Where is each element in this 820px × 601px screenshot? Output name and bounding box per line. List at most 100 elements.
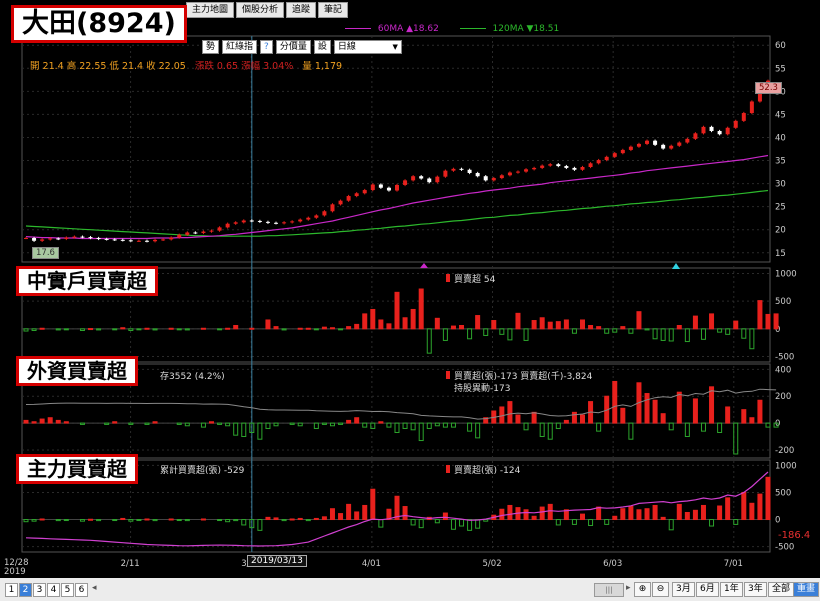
bar-p2-20 [184,328,190,331]
page-6-button[interactable]: 6 [75,583,88,597]
scrollbar-thumb[interactable]: ||| [594,583,624,597]
tab-tracking[interactable]: 追蹤 [286,2,317,18]
bar-p4-14 [136,519,142,522]
zoom-out-icon[interactable]: ⊖ [652,582,669,597]
p3-holding-label: 存3552 (4.2%) [160,372,225,382]
bar-p4-56 [475,519,481,529]
bar-p2-72 [604,328,610,334]
help-button[interactable]: ? [260,40,273,54]
bar-p3-68 [571,411,577,424]
bar-p4-35 [305,519,311,522]
page-1-button[interactable]: 1 [5,583,18,597]
bar-p4-40 [346,503,352,521]
page-5-button[interactable]: 5 [61,583,74,597]
bar-p2-2 [39,327,45,330]
y-tick-label-p1-1: 20 [775,226,786,236]
candle-52 [443,170,448,177]
bar-p2-80 [668,328,674,342]
scroll-right-icon[interactable]: ▸ [626,583,631,593]
bar-p2-41 [354,323,360,330]
bar-p4-60 [507,504,513,521]
bar-p4-72 [604,519,610,525]
candle-9 [96,238,101,240]
bar-p2-93 [773,313,779,330]
bar-p4-84 [700,504,706,521]
bar-p4-41 [354,511,360,521]
x-tick-label-2: 4/01 [362,559,381,569]
bar-p2-16 [152,328,158,331]
bar-p3-3 [47,417,53,424]
bar-p2-14 [136,328,142,331]
bar-p3-92 [765,422,771,428]
red-green-button[interactable]: 紅綠指 [222,40,258,54]
candle-8 [88,237,93,239]
range-3m-button[interactable]: 3月 [672,582,695,597]
bar-p4-11 [112,519,118,522]
page-4-button[interactable]: 4 [47,583,60,597]
bar-p4-33 [289,518,295,521]
candle-71 [596,160,601,164]
bar-p2-53 [450,325,456,330]
candle-39 [338,200,343,205]
bar-p2-57 [483,328,489,336]
zoom-in-icon[interactable]: ⊕ [634,582,651,597]
bar-p2-50 [426,328,432,354]
page-2-button[interactable]: 2 [19,583,32,597]
scroll-left-icon[interactable]: ◂ [92,583,97,593]
bar-p3-89 [741,409,747,424]
range-3y-button[interactable]: 3年 [744,582,767,597]
period-select[interactable]: 日線 ▼ [333,40,402,54]
bar-p4-48 [410,519,416,526]
bar-p2-63 [531,320,537,330]
bar-p3-2 [39,418,45,424]
y-tick-label-p1-5: 40 [775,133,786,143]
p4-legend-icon [446,465,450,473]
range-6m-button[interactable]: 6月 [696,582,719,597]
candle-3 [48,238,53,240]
candle-48 [411,176,416,181]
bar-p4-9 [96,519,102,522]
candle-40 [346,196,351,201]
trend-button[interactable]: 勢 [202,40,220,54]
bar-p2-44 [378,319,384,330]
bar-p2-48 [410,308,416,330]
tab-notes[interactable]: 筆記 [318,2,349,18]
redraw-button[interactable]: 重畫 [793,582,820,597]
ma120-label: 120MA ▼18.51 [492,24,560,34]
volume-profile-button[interactable]: 分價量 [275,40,311,54]
bar-p3-7 [79,422,85,425]
high-price-badge: 52.3 [755,82,782,94]
bar-p3-83 [692,398,698,424]
bar-p3-66 [555,422,561,429]
bar-p3-71 [596,422,602,432]
y-tick-label-p2-1: 500 [775,297,791,307]
bar-p3-64 [539,422,545,438]
candle-57 [483,176,488,181]
candle-80 [669,145,674,149]
bar-p4-24 [217,519,223,522]
bar-p3-51 [434,422,440,427]
page-3-button[interactable]: 3 [33,583,46,597]
range-1y-button[interactable]: 1年 [720,582,743,597]
settings-button[interactable]: 設 [313,40,331,54]
bar-p2-26 [233,325,239,330]
bar-p3-82 [684,422,690,438]
tab-main-force-map[interactable]: 主力地圖 [186,2,235,18]
bar-p2-86 [717,328,723,333]
bar-p2-24 [217,328,223,331]
bar-p3-46 [394,422,400,433]
candle-87 [725,127,730,135]
candle-12 [120,239,125,241]
range-all-button[interactable]: 全部 [768,582,795,597]
bar-p3-90 [749,417,755,424]
y-tick-label-p1-3: 30 [775,180,786,190]
bar-p3-48 [410,422,416,431]
bar-p4-18 [168,518,174,521]
tab-stock-analysis[interactable]: 個股分析 [236,2,285,18]
candle-7 [80,236,85,238]
bar-p2-45 [386,323,392,330]
candle-32 [282,222,287,224]
bar-p2-36 [313,328,319,331]
candle-53 [451,168,456,171]
candle-70 [588,163,593,167]
